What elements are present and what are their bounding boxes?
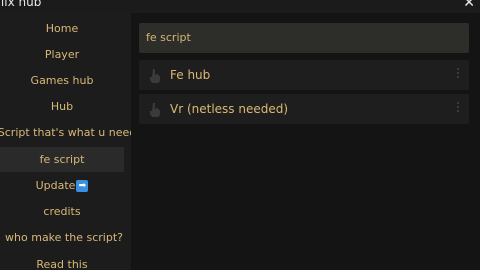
main-content: fe script Fe hub Vr (netless needed) [131,13,480,270]
sidebar-item-label: Home [45,22,79,35]
result-item-vr[interactable]: Vr (netless needed) [139,94,469,124]
arrow-right-icon: ➡ [76,180,89,192]
result-item-fe-hub[interactable]: Fe hub [139,60,469,90]
sidebar-item-label: who make the script? [5,231,123,244]
sidebar-item-label: Script that's what u need [0,126,131,139]
sidebar-item-script-info[interactable]: Script that's what u need [0,120,131,145]
hand-pointer-icon [150,103,160,117]
hand-pointer-icon [150,69,160,83]
sidebar-item-read-this[interactable]: Read this [0,252,124,270]
app-window: Flix hub ✕ Home Player Games hub Hub Scr… [0,0,480,270]
title-bar[interactable]: Flix hub ✕ [0,0,480,13]
close-button[interactable]: ✕ [463,0,475,11]
sidebar-item-who-made[interactable]: who make the script? [0,225,131,250]
search-box[interactable]: fe script [139,23,469,53]
sidebar-item-fe-script[interactable]: fe script [0,147,124,172]
sidebar-item-home[interactable]: Home [0,16,124,41]
sidebar-item-games-hub[interactable]: Games hub [0,68,124,93]
more-options-icon[interactable] [456,102,460,116]
sidebar-item-label: Read this [36,258,88,270]
sidebar-item-player[interactable]: Player [0,42,124,67]
sidebar-item-label: fe script [39,153,85,166]
sidebar-item-label: Games hub [30,74,94,87]
sidebar-item-label: Update [35,179,76,192]
sidebar: Home Player Games hub Hub Script that's … [0,13,131,270]
sidebar-item-label: Player [44,48,80,61]
sidebar-item-label: credits [43,205,81,218]
sidebar-item-update[interactable]: Update ➡ [0,173,124,198]
sidebar-item-label: Hub [50,100,74,113]
sidebar-item-hub[interactable]: Hub [0,94,124,119]
result-label: Vr (netless needed) [170,102,289,116]
sidebar-item-credits[interactable]: credits [0,199,124,224]
result-label: Fe hub [170,68,211,82]
window-title: Flix hub [0,0,42,9]
search-input[interactable]: fe script [146,23,191,53]
more-options-icon[interactable] [456,68,460,82]
